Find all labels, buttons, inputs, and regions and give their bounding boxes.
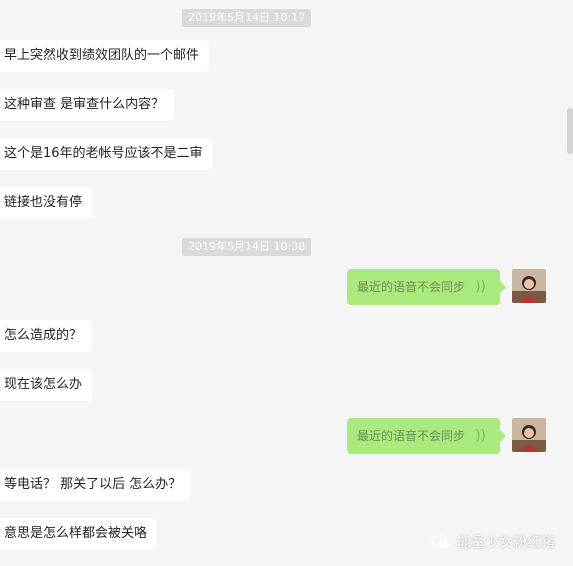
scrollbar[interactable] — [567, 108, 573, 154]
watermark-text: 能量少女粉红猪 — [457, 535, 555, 551]
voice-wave-icon: )) — [475, 428, 486, 444]
message-incoming[interactable]: 这种审查 是审查什么内容？ — [0, 89, 175, 121]
message-incoming[interactable]: 早上突然收到绩效团队的一个邮件 — [0, 40, 210, 72]
message-incoming[interactable]: 这个是16年的老帐号应该不是二审 — [0, 138, 213, 170]
message-incoming[interactable]: 链接也没有停 — [0, 187, 93, 219]
chat-window: 2019年5月14日 10:17 早上突然收到绩效团队的一个邮件 这种审查 是审… — [0, 0, 573, 566]
message-incoming[interactable]: 现在该怎么办 — [0, 369, 93, 401]
avatar[interactable] — [512, 418, 546, 452]
watermark: 能量少女粉红猪 — [431, 532, 555, 552]
voice-wave-icon: )) — [475, 279, 486, 295]
voice-message-outgoing[interactable]: 最近的语音不会同步 )) — [347, 269, 506, 305]
timestamp: 2019年5月14日 10:17 — [182, 9, 312, 27]
message-incoming[interactable]: 意思是怎么样都会被关咯 — [0, 518, 158, 550]
voice-message-label: 最近的语音不会同步 — [357, 429, 466, 443]
timestamp: 2019年5月14日 10:38 — [182, 238, 312, 256]
message-incoming[interactable]: 怎么造成的？ — [0, 320, 93, 352]
message-incoming[interactable]: 等电话？ 那关了以后 怎么办？ — [0, 469, 192, 501]
wechat-official-account-icon — [431, 534, 450, 549]
avatar[interactable] — [512, 269, 546, 303]
voice-message-outgoing[interactable]: 最近的语音不会同步 )) — [347, 418, 506, 454]
voice-message-label: 最近的语音不会同步 — [357, 280, 466, 294]
